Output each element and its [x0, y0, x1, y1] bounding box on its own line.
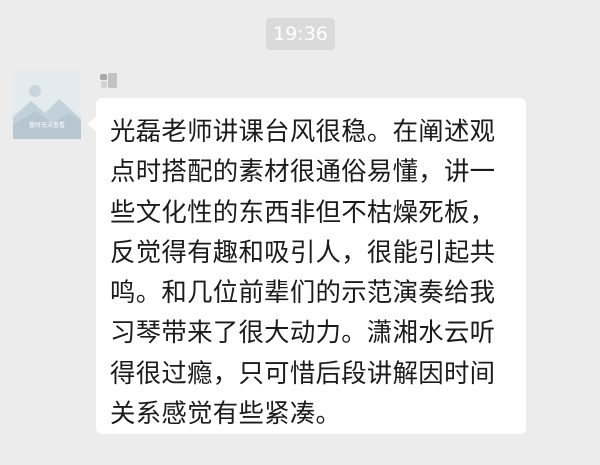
message-line: 习琴带来了很大动力。潇湘水云听 — [110, 317, 496, 348]
message-line: 些文化性的东西非但不枯燥死板， — [110, 196, 496, 227]
message-bubble[interactable]: 光磊老师讲课台风很稳。在阐述观 点时搭配的素材很通俗易懂，讲一 些文化性的东西非… — [96, 98, 526, 434]
message-line: 鸣。和几位前辈们的示范演奏给我 — [110, 277, 496, 308]
message-line: 点时搭配的素材很通俗易懂，讲一 — [110, 156, 496, 187]
sender-name — [98, 72, 118, 90]
message-line: 光磊老师讲课台风很稳。在阐述观 — [110, 116, 496, 146]
avatar[interactable]: 暂时无法查看 — [13, 71, 81, 139]
message-timestamp: 19:36 — [266, 18, 335, 50]
message-line: 得很过瘾，只可惜后段讲解因时间 — [110, 357, 496, 388]
message-line: 反觉得有趣和吸引人，很能引起共 — [110, 236, 496, 267]
message-line: 关系感觉有些紧凑。 — [110, 398, 342, 429]
avatar-caption: 暂时无法查看 — [28, 122, 65, 129]
